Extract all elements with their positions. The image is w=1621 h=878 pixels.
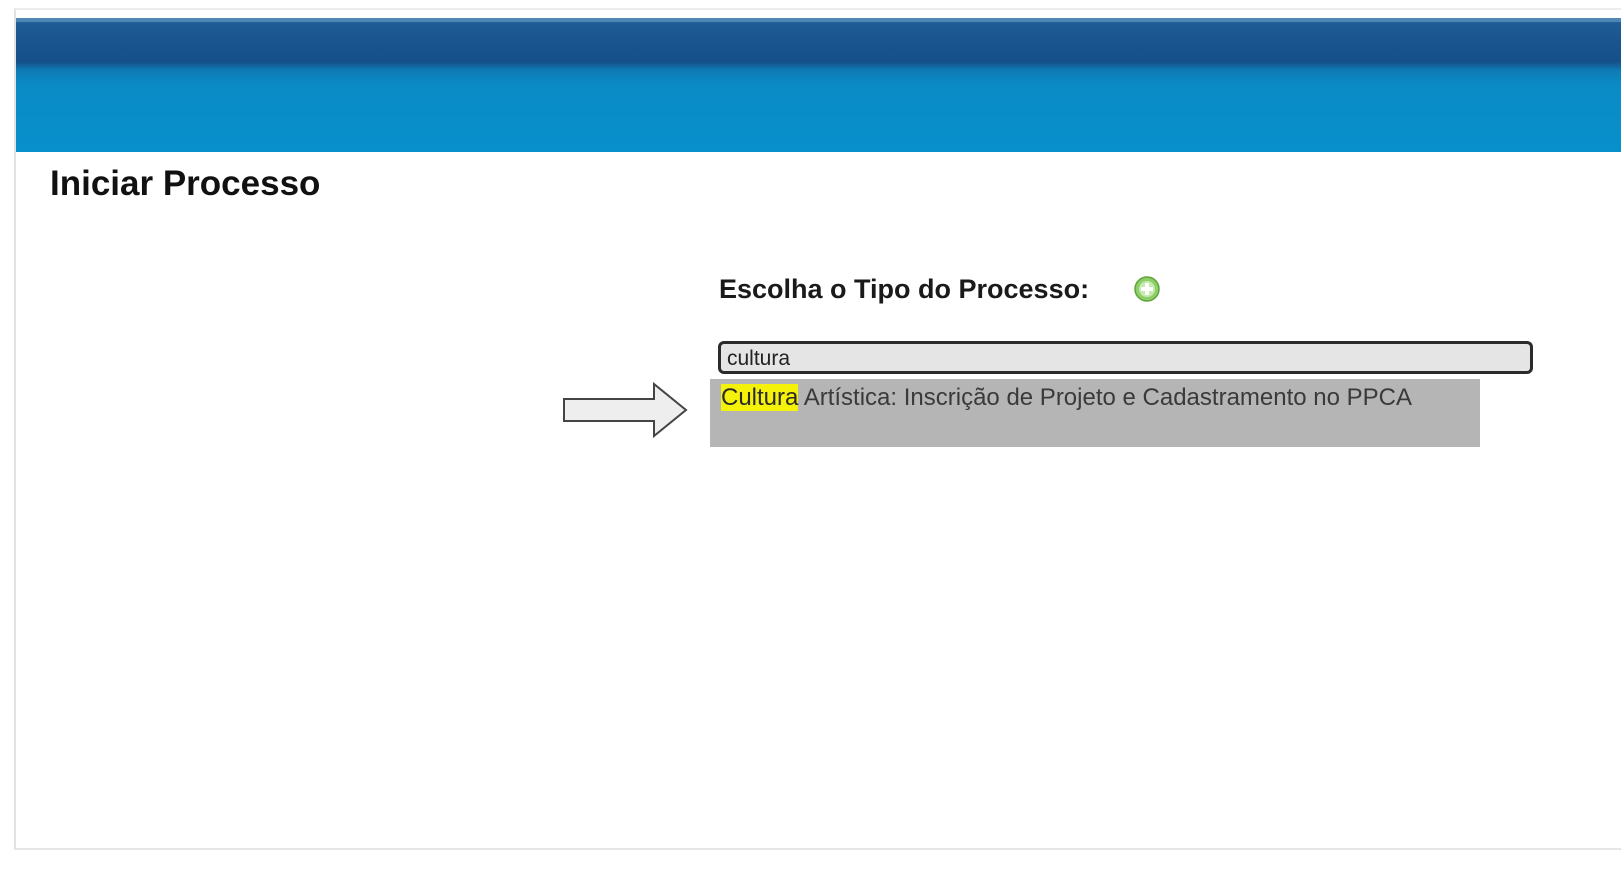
option-remaining-text: Artística: Inscrição de Projeto e Cadast… [798, 384, 1413, 411]
header-banner [16, 18, 1621, 152]
process-type-label: Escolha o Tipo do Processo: [719, 274, 1090, 304]
page-title: Iniciar Processo [50, 164, 321, 203]
matched-text-highlight: Cultura [721, 384, 799, 411]
autocomplete-option[interactable]: Cultura Artística: Inscrição de Projeto … [721, 383, 1461, 412]
page-frame: Iniciar Processo Escolha o Tipo do Proce… [14, 8, 1621, 850]
autocomplete-dropdown: Cultura Artística: Inscrição de Projeto … [710, 379, 1480, 447]
header-top-band [16, 18, 1621, 22]
process-type-search-input[interactable] [718, 341, 1533, 374]
green-plus-circle-icon[interactable] [1134, 276, 1160, 302]
right-arrow-icon [563, 382, 688, 438]
add-icon-graphic [1134, 276, 1160, 302]
